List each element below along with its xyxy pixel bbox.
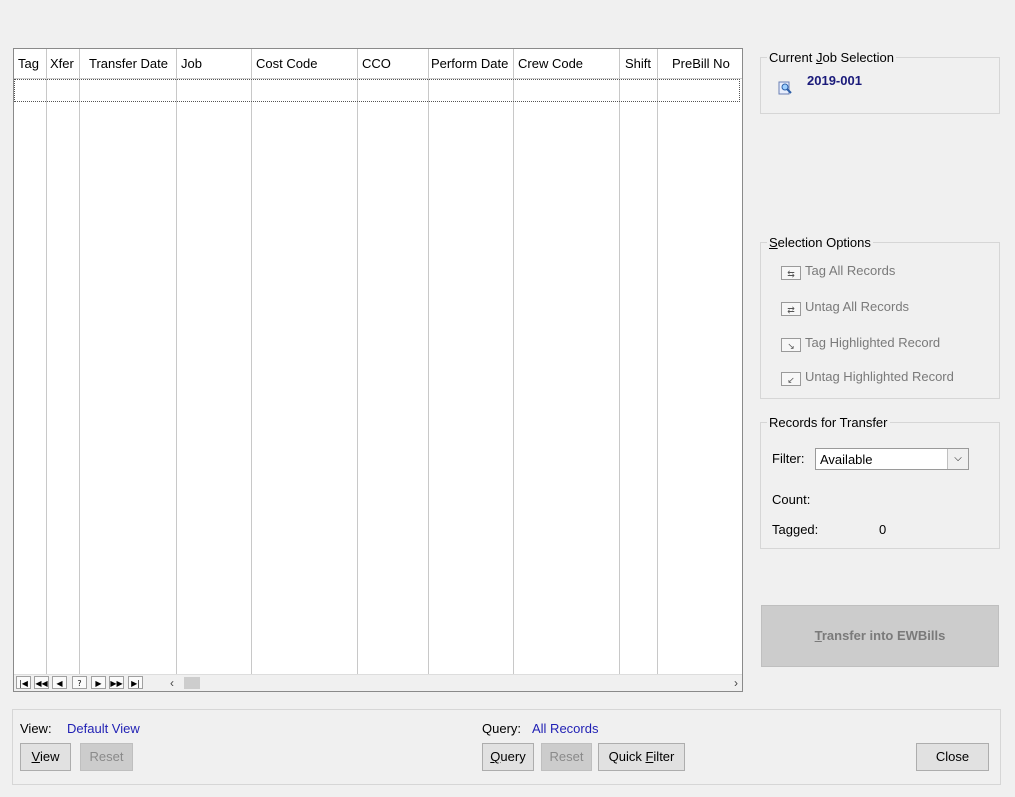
filter-select[interactable]: Available ⌵ [815, 448, 969, 470]
records-transfer-title: Records for Transfer [767, 415, 890, 430]
col-header-tag[interactable]: Tag [18, 49, 39, 78]
col-header-cco[interactable]: CCO [362, 49, 391, 78]
next-record-icon[interactable]: ▶ [91, 676, 106, 689]
filter-label: Filter: [772, 451, 805, 466]
tag-all-records-label: Tag All Records [805, 263, 896, 278]
column-divider [251, 49, 252, 674]
quick-filter-button[interactable]: Quick Filter [598, 743, 685, 771]
untag-all-records-option[interactable]: ⇄ Untag All Records [781, 299, 909, 316]
query-reset-button[interactable]: Reset [541, 743, 592, 771]
tagged-label: Tagged: [772, 522, 819, 537]
column-divider [176, 49, 177, 674]
column-divider [46, 49, 47, 674]
transfer-button[interactable]: Transfer into EWBills [761, 605, 999, 667]
scroll-right-icon[interactable]: › [734, 675, 738, 691]
column-divider [79, 49, 80, 674]
prev-page-icon[interactable]: ◀◀ [34, 676, 49, 689]
col-header-job[interactable]: Job [181, 49, 202, 78]
column-divider [428, 49, 429, 674]
column-divider [357, 49, 358, 674]
next-page-icon[interactable]: ▶▶ [109, 676, 124, 689]
query-label: Query: [482, 721, 522, 736]
view-label: View: [20, 721, 52, 736]
last-record-icon[interactable]: ▶| [128, 676, 143, 689]
horizontal-scrollbar[interactable]: ‹ › [168, 675, 742, 691]
scroll-left-icon[interactable]: ‹ [170, 675, 174, 691]
untag-highlighted-icon: ↙ [781, 372, 801, 386]
untag-all-records-label: Untag All Records [805, 299, 910, 314]
chevron-down-icon[interactable]: ⌵ [947, 449, 968, 469]
col-header-xfer[interactable]: Xfer [50, 49, 74, 78]
current-job-group: Current Job Selection 2019-001 [760, 50, 1000, 114]
current-job-title: Current Job Selection [767, 50, 897, 65]
bottom-panel: View: Default View View Reset Query: All… [12, 709, 1001, 785]
view-value[interactable]: Default View [67, 721, 140, 736]
prev-record-icon[interactable]: ◀ [52, 676, 67, 689]
tag-all-icon: ⇆ [781, 266, 801, 280]
view-button[interactable]: View [20, 743, 71, 771]
scrollbar-thumb[interactable] [184, 677, 200, 689]
query-button[interactable]: Query [482, 743, 534, 771]
view-reset-button[interactable]: Reset [80, 743, 133, 771]
records-grid[interactable]: Tag Xfer Transfer Date Job Cost Code CCO… [13, 48, 743, 692]
column-divider [619, 49, 620, 674]
tag-highlighted-icon: ↘ [781, 338, 801, 352]
grid-navigation-bar: |◀ ◀◀ ◀ ? ▶ ▶▶ ▶| ‹ › [14, 674, 742, 691]
col-header-crew-code[interactable]: Crew Code [518, 49, 583, 78]
col-header-perform-date[interactable]: Perform Date [431, 49, 508, 78]
untag-all-icon: ⇄ [781, 302, 801, 316]
first-record-icon[interactable]: |◀ [16, 676, 31, 689]
selection-options-group: Selection Options ⇆ Tag All Records ⇄ Unta… [760, 235, 1000, 399]
column-divider [657, 49, 658, 674]
tag-highlighted-option[interactable]: ↘ Tag Highlighted Record [781, 335, 940, 352]
untag-highlighted-label: Untag Highlighted Record [805, 369, 954, 384]
col-header-shift[interactable]: Shift [625, 49, 651, 78]
column-divider [513, 49, 514, 674]
filter-value: Available [820, 452, 873, 467]
tag-all-records-option[interactable]: ⇆ Tag All Records [781, 263, 895, 280]
count-label: Count: [772, 492, 811, 507]
col-header-cost-code[interactable]: Cost Code [256, 49, 317, 78]
col-header-prebill-no[interactable]: PreBill No [672, 49, 730, 78]
current-job-value: 2019-001 [807, 73, 862, 88]
job-lookup-icon[interactable] [777, 79, 793, 95]
tag-highlighted-label: Tag Highlighted Record [805, 335, 941, 350]
table-row[interactable] [14, 79, 740, 102]
query-value[interactable]: All Records [532, 721, 598, 736]
selection-options-title: Selection Options [767, 235, 873, 250]
help-icon[interactable]: ? [72, 676, 87, 689]
untag-highlighted-option[interactable]: ↙ Untag Highlighted Record [781, 369, 954, 386]
col-header-transfer-date[interactable]: Transfer Date [89, 49, 168, 78]
records-transfer-group: Records for Transfer Filter: Available ⌵… [760, 415, 1000, 549]
close-button[interactable]: Close [916, 743, 989, 771]
tagged-value: 0 [879, 522, 887, 537]
